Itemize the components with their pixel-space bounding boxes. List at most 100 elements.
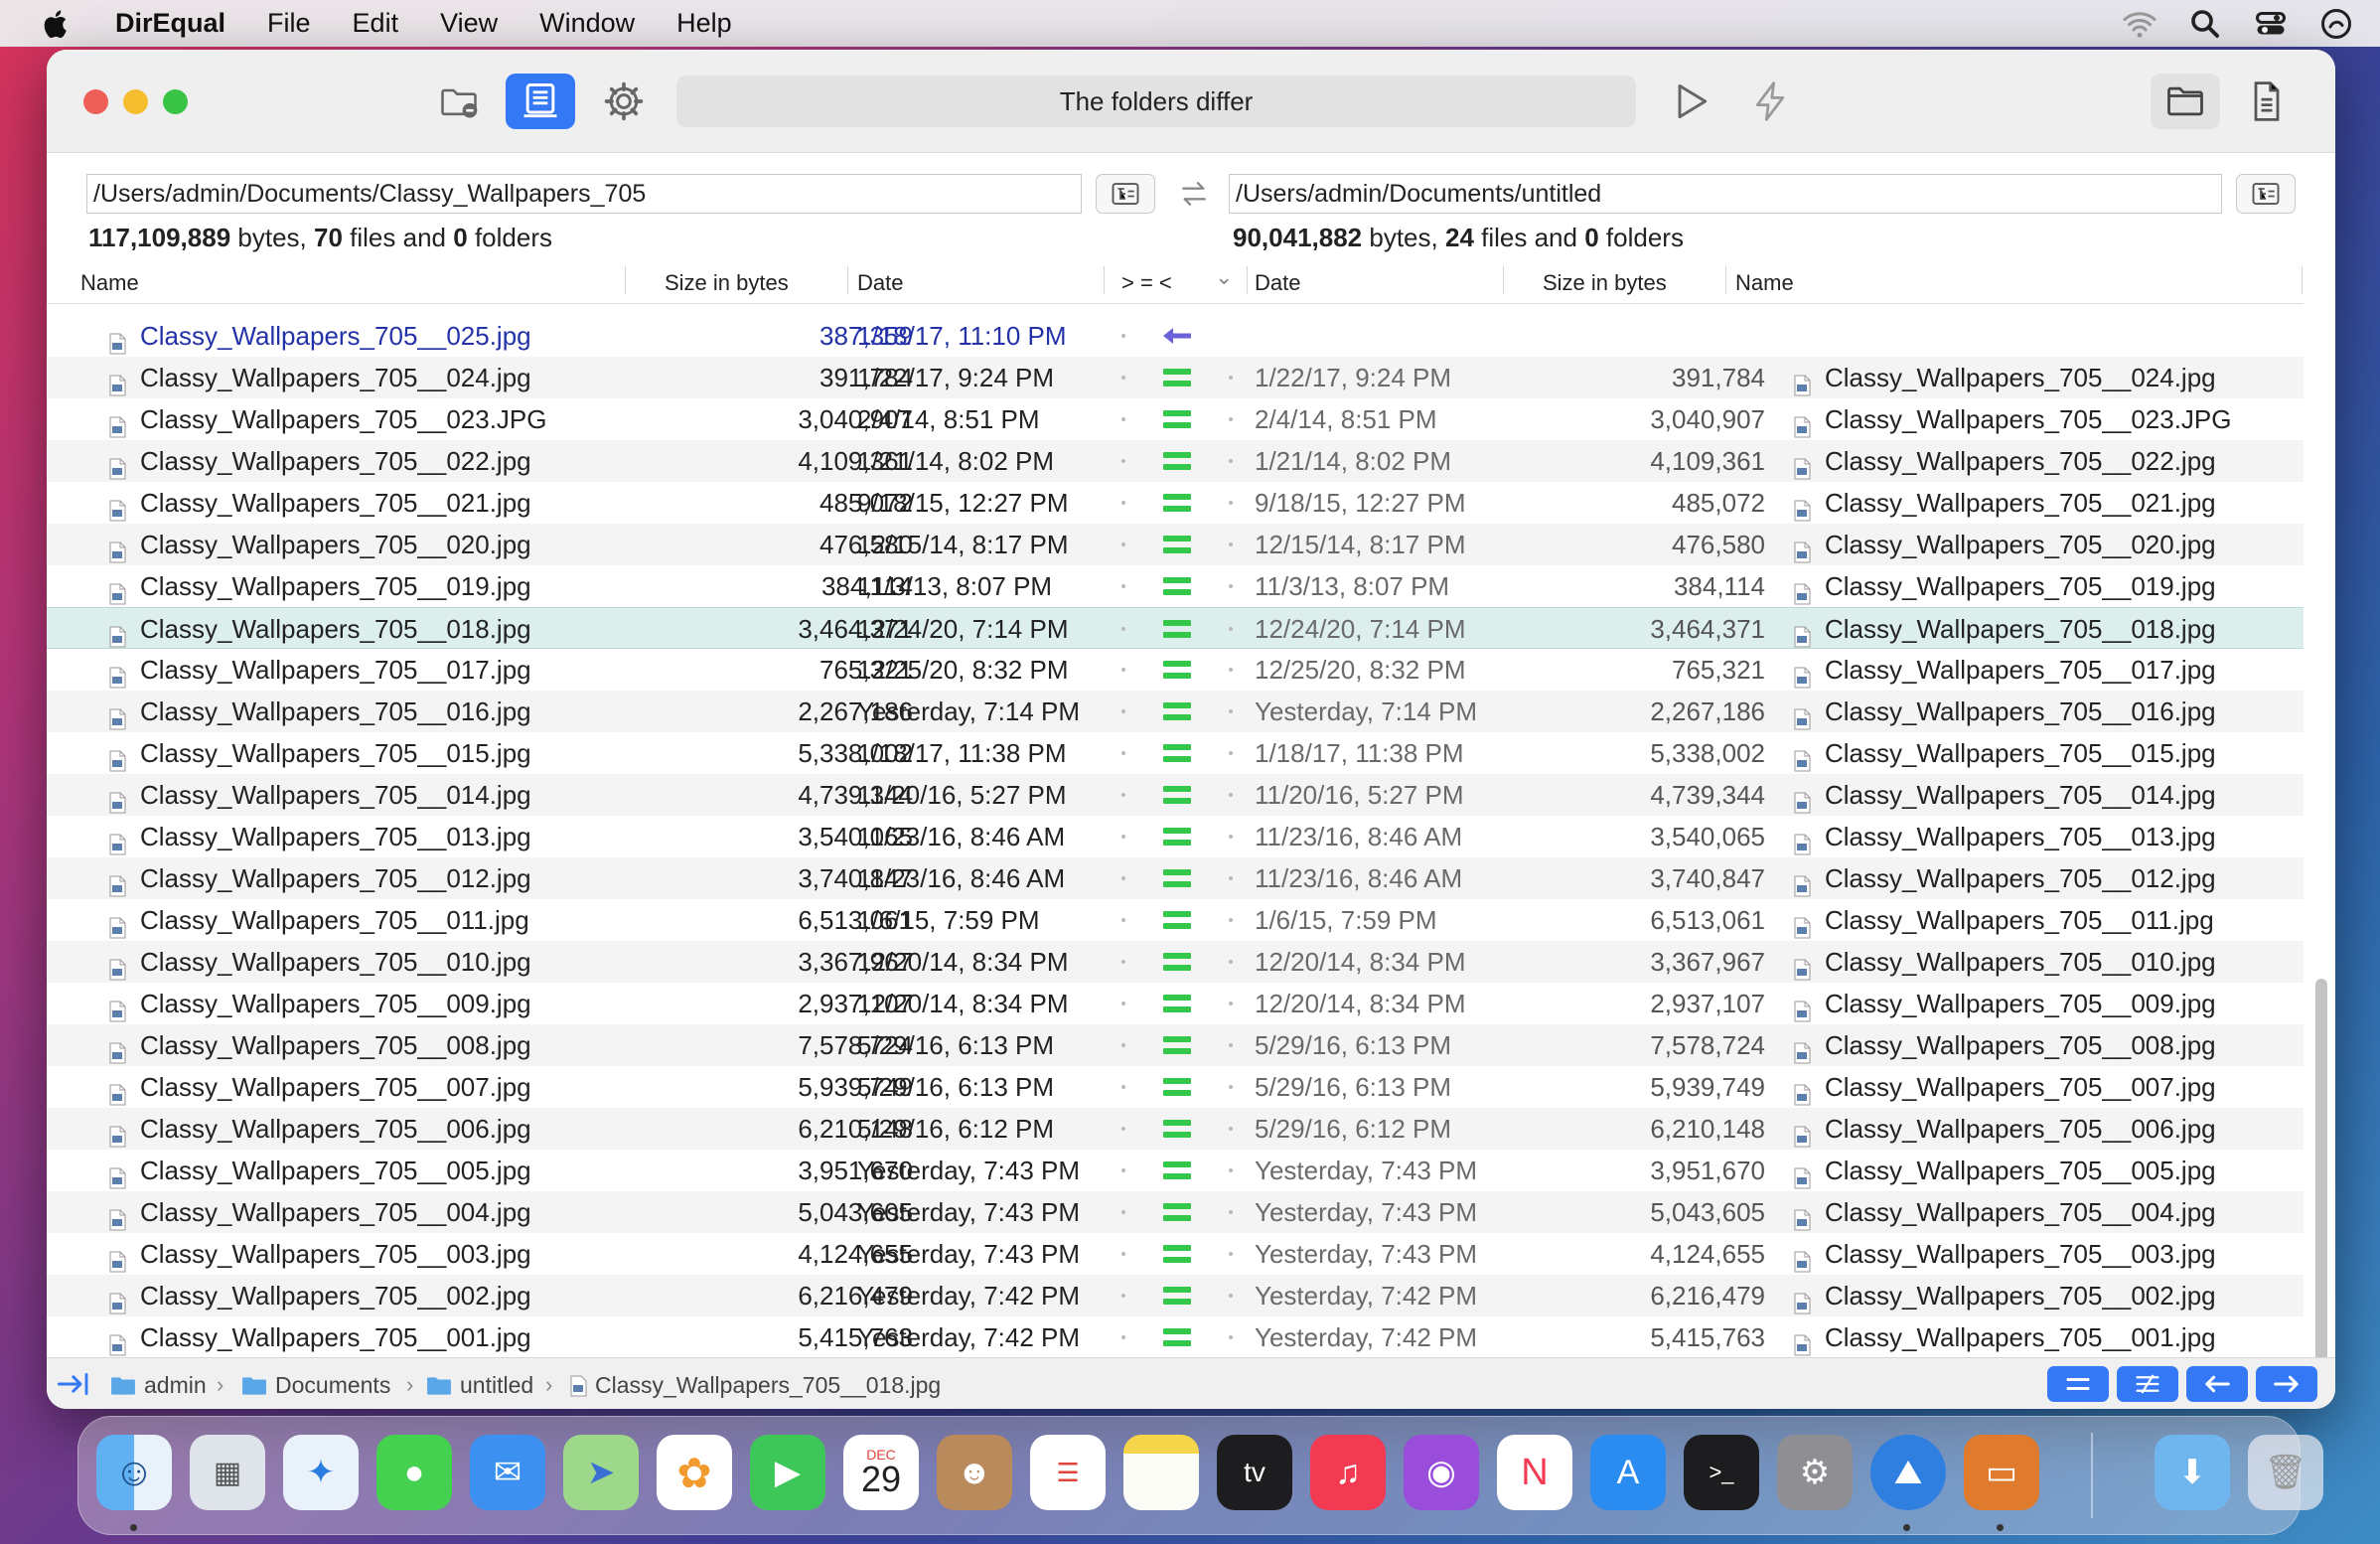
spotlight-icon[interactable] <box>2187 6 2223 42</box>
table-row[interactable]: Classy_Wallpapers_705__015.jpg 5,338,002 1… <box>47 732 2304 774</box>
right-file-size: 485,072 <box>1672 488 1765 518</box>
breadcrumb-file[interactable]: Classy_Wallpapers_705__018.jpg <box>569 1372 941 1399</box>
system-preferences-icon[interactable]: ⚙ <box>1777 1435 1853 1510</box>
contacts-icon[interactable]: ☻ <box>937 1435 1012 1510</box>
show-right-only-button[interactable] <box>2256 1366 2317 1402</box>
music-icon[interactable]: ♫ <box>1310 1435 1386 1510</box>
table-row[interactable]: Classy_Wallpapers_705__001.jpg 5,415,763 Y… <box>47 1316 2304 1358</box>
table-row[interactable]: Classy_Wallpapers_705__018.jpg 3,464,371 1… <box>47 607 2304 649</box>
table-row[interactable]: Classy_Wallpapers_705__010.jpg 3,367,967 1… <box>47 941 2304 983</box>
image-file-icon <box>108 909 126 939</box>
left-browse-button[interactable] <box>1096 174 1155 214</box>
start-compare-button[interactable] <box>1656 74 1725 129</box>
menu-view[interactable]: View <box>440 8 498 39</box>
table-row[interactable]: Classy_Wallpapers_705__002.jpg 6,216,479 Y… <box>47 1275 2304 1316</box>
minimize-window-button[interactable] <box>123 89 148 114</box>
downloads-icon[interactable]: ⬇ <box>2155 1435 2230 1510</box>
direqual-icon[interactable]: ⛰ <box>1870 1435 1946 1510</box>
table-row[interactable]: Classy_Wallpapers_705__013.jpg 3,540,065 1… <box>47 816 2304 857</box>
right-file-size: 6,216,479 <box>1650 1281 1765 1311</box>
menu-file[interactable]: File <box>267 8 311 39</box>
table-row[interactable]: Classy_Wallpapers_705__003.jpg 4,124,655 Y… <box>47 1233 2304 1275</box>
col-right-size[interactable]: Size in bytes <box>1543 270 1667 296</box>
image-file-icon <box>1793 951 1811 981</box>
swap-sides-icon[interactable] <box>1178 177 1210 211</box>
reveal-path-icon[interactable] <box>57 1372 92 1396</box>
notes-icon[interactable] <box>1123 1435 1199 1510</box>
table-row[interactable]: Classy_Wallpapers_705__012.jpg 3,740,847 1… <box>47 857 2304 899</box>
table-row[interactable]: Classy_Wallpapers_705__004.jpg 5,043,605 Y… <box>47 1191 2304 1233</box>
table-row[interactable]: Classy_Wallpapers_705__009.jpg 2,937,107 1… <box>47 983 2304 1024</box>
table-row[interactable]: Classy_Wallpapers_705__014.jpg 4,739,344 1… <box>47 774 2304 816</box>
right-bytes: 90,041,882 <box>1233 223 1363 252</box>
table-row[interactable]: Classy_Wallpapers_705__007.jpg 5,939,749 5… <box>47 1066 2304 1108</box>
hide-equal-folders-button[interactable] <box>424 74 494 129</box>
maps-icon[interactable]: ➤ <box>563 1435 639 1510</box>
facetime-icon[interactable]: ▶ <box>750 1435 825 1510</box>
table-row[interactable]: Classy_Wallpapers_705__006.jpg 6,210,148 5… <box>47 1108 2304 1150</box>
menu-edit[interactable]: Edit <box>353 8 399 39</box>
trash-icon[interactable]: 🗑 <box>2248 1435 2323 1510</box>
col-left-date[interactable]: Date <box>857 270 903 296</box>
table-row[interactable]: Classy_Wallpapers_705__022.jpg 4,109,361 1… <box>47 440 2304 482</box>
table-row[interactable]: Classy_Wallpapers_705__005.jpg 3,951,670 Y… <box>47 1150 2304 1191</box>
table-row[interactable]: Classy_Wallpapers_705__025.jpg 387,359 1/1… <box>47 315 2304 357</box>
col-right-name[interactable]: Name <box>1735 270 1794 296</box>
apple-tv-icon[interactable]: tv <box>1217 1435 1292 1510</box>
finder-icon[interactable]: ☺ <box>96 1435 172 1510</box>
app-menu[interactable]: DirEqual <box>115 8 225 39</box>
show-folders-button[interactable] <box>2151 74 2220 129</box>
table-row[interactable]: Classy_Wallpapers_705__016.jpg 2,267,186 Y… <box>47 691 2304 732</box>
col-compare[interactable]: > = < <box>1121 270 1172 296</box>
quick-compare-button[interactable] <box>1735 74 1805 129</box>
launchpad-icon[interactable]: ▦ <box>190 1435 265 1510</box>
mail-icon[interactable]: ✉ <box>470 1435 545 1510</box>
table-row[interactable]: Classy_Wallpapers_705__008.jpg 7,578,724 5… <box>47 1024 2304 1066</box>
table-row[interactable]: Classy_Wallpapers_705__021.jpg 485,072 9/1… <box>47 482 2304 524</box>
reminders-icon[interactable]: ☰ <box>1030 1435 1106 1510</box>
apple-menu-icon[interactable] <box>40 7 74 41</box>
show-left-only-button[interactable] <box>2186 1366 2248 1402</box>
control-center-icon[interactable] <box>2253 6 2289 42</box>
safari-icon[interactable]: ✦ <box>283 1435 359 1510</box>
breadcrumb-admin[interactable]: admin <box>110 1372 207 1399</box>
messages-icon[interactable]: ● <box>376 1435 452 1510</box>
close-window-button[interactable] <box>83 89 108 114</box>
menu-window[interactable]: Window <box>539 8 635 39</box>
equal-status-icon <box>1163 369 1191 386</box>
news-icon[interactable]: N <box>1497 1435 1572 1510</box>
right-path-input[interactable]: /Users/admin/Documents/untitled <box>1229 174 2222 214</box>
compare-menu-chevron-icon[interactable]: ⌄ <box>1215 264 1233 290</box>
siri-icon[interactable] <box>2318 6 2354 42</box>
table-row[interactable]: Classy_Wallpapers_705__020.jpg 476,580 12/… <box>47 524 2304 565</box>
table-row[interactable]: Classy_Wallpapers_705__017.jpg 765,321 12/… <box>47 649 2304 691</box>
calendar-icon[interactable]: DEC 29 <box>843 1435 919 1510</box>
show-equal-button[interactable] <box>2047 1366 2109 1402</box>
app-store-icon[interactable]: A <box>1590 1435 1666 1510</box>
table-row[interactable]: Classy_Wallpapers_705__011.jpg 6,513,061 1… <box>47 899 2304 941</box>
right-browse-button[interactable] <box>2236 174 2296 214</box>
table-row[interactable]: Classy_Wallpapers_705__024.jpg 391,784 1/2… <box>47 357 2304 398</box>
show-files-button[interactable] <box>2232 74 2302 129</box>
col-left-size[interactable]: Size in bytes <box>665 270 789 296</box>
keynote-icon[interactable]: ▭ <box>1964 1435 2039 1510</box>
col-left-name[interactable]: Name <box>80 270 139 296</box>
col-right-date[interactable]: Date <box>1255 270 1300 296</box>
left-path-input[interactable]: /Users/admin/Documents/Classy_Wallpapers… <box>86 174 1082 214</box>
settings-button[interactable] <box>589 74 659 129</box>
breadcrumb-untitled[interactable]: untitled <box>426 1372 533 1399</box>
table-row[interactable]: Classy_Wallpapers_705__023.JPG 3,040,907 2… <box>47 398 2304 440</box>
photos-icon[interactable]: ✿ <box>657 1435 732 1510</box>
scrollbar[interactable] <box>2315 979 2327 1396</box>
terminal-icon[interactable]: >_ <box>1684 1435 1759 1510</box>
breadcrumb-documents[interactable]: Documents <box>241 1372 390 1399</box>
show-different-button[interactable] <box>2117 1366 2178 1402</box>
menu-help[interactable]: Help <box>676 8 732 39</box>
right-file-date: 12/20/14, 8:34 PM <box>1255 989 1466 1018</box>
podcasts-icon[interactable]: ◉ <box>1404 1435 1479 1510</box>
arrow-right-icon <box>2274 1375 2299 1393</box>
compare-view-button[interactable] <box>506 74 575 129</box>
wifi-icon[interactable] <box>2122 6 2157 42</box>
zoom-window-button[interactable] <box>163 89 188 114</box>
table-row[interactable]: Classy_Wallpapers_705__019.jpg 384,114 11/… <box>47 565 2304 607</box>
